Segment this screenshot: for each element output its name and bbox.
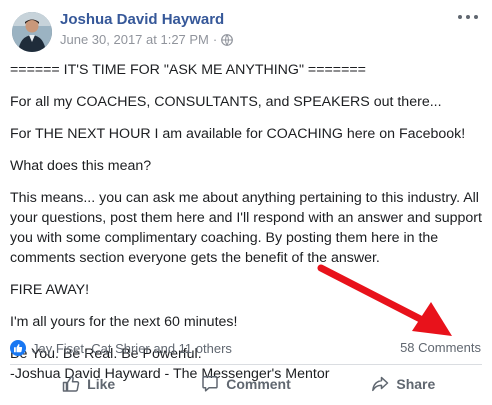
post-paragraph: ====== IT'S TIME FOR "ASK ME ANYTHING" =…	[10, 62, 366, 78]
share-label: Share	[396, 376, 436, 392]
reactions-text[interactable]: Jay Fiset, Cat Shrier and 11 others	[32, 341, 232, 356]
meta-separator: ·	[212, 32, 218, 47]
globe-icon[interactable]	[221, 33, 234, 46]
reactions-summary[interactable]: Jay Fiset, Cat Shrier and 11 others	[10, 338, 232, 358]
person-photo-icon	[12, 12, 52, 52]
share-arrow-icon	[372, 376, 389, 392]
action-bar: Like Comment Share	[10, 366, 482, 402]
post-paragraph: For all my COACHES, CONSULTANTS, and SPE…	[10, 94, 442, 110]
thumbs-up-icon	[62, 375, 80, 392]
post-timestamp[interactable]: June 30, 2017 at 1:27 PM	[60, 32, 209, 47]
post-paragraph: FIRE AWAY!	[10, 282, 90, 298]
author-avatar[interactable]	[12, 12, 52, 52]
facebook-post: Joshua David Hayward June 30, 2017 at 1:…	[0, 0, 492, 405]
author-name-link[interactable]: Joshua David Hayward	[60, 11, 224, 28]
share-button[interactable]: Share	[325, 366, 482, 402]
post-paragraph: For THE NEXT HOUR I am available for COA…	[10, 126, 466, 142]
comments-count-link[interactable]: 58 Comments	[400, 338, 481, 358]
like-reaction-icon	[10, 340, 26, 356]
comment-button[interactable]: Comment	[167, 366, 324, 402]
post-paragraph: This means... you can ask me about anyth…	[10, 190, 482, 266]
post-paragraph: What does this mean?	[10, 158, 152, 174]
post-paragraph: I'm all yours for the next 60 minutes!	[10, 314, 238, 330]
comment-bubble-icon	[202, 376, 218, 392]
comment-label: Comment	[226, 376, 291, 392]
divider	[10, 364, 482, 365]
post-body: ====== IT'S TIME FOR "ASK ME ANYTHING" =…	[10, 60, 484, 384]
like-label: Like	[87, 376, 116, 392]
like-button[interactable]: Like	[10, 366, 167, 402]
more-options-icon[interactable]	[458, 10, 478, 24]
post-meta: June 30, 2017 at 1:27 PM ·	[60, 32, 234, 47]
